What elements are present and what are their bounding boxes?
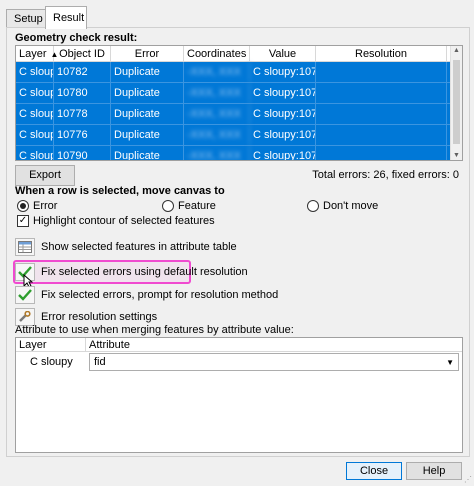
merge-table-header: Layer Attribute — [16, 338, 462, 352]
help-button[interactable]: Help — [406, 462, 462, 480]
attribute-table-icon[interactable] — [15, 238, 35, 256]
cell-layer: C sloupy — [16, 62, 54, 82]
show-selected-label: Show selected features in attribute tabl… — [41, 241, 237, 253]
cell-value: C sloupy:10781 — [250, 62, 316, 82]
column-header-layer[interactable]: Layer ▲ — [16, 46, 58, 61]
cell-resolution — [316, 62, 447, 82]
radio-dont-move[interactable]: Don't move — [307, 200, 378, 212]
scroll-up-icon[interactable]: ▲ — [453, 47, 460, 54]
scroll-down-icon[interactable]: ▼ — [453, 152, 460, 159]
merge-attribute-table[interactable]: Layer Attribute C sloupy fid ▼ — [15, 337, 463, 453]
table-row[interactable]: C sloupy 10778 Duplicate -XXX, XXX C slo… — [16, 104, 462, 125]
highlight-contour-checkbox[interactable]: ✓ Highlight contour of selected features — [17, 215, 215, 227]
column-header-value[interactable]: Value — [250, 46, 316, 61]
cell-coordinates: -XXX, XXX — [184, 62, 250, 82]
canvas-section-title: When a row is selected, move canvas to — [15, 185, 225, 197]
column-header-object-id[interactable]: Object ID — [54, 46, 111, 61]
cell-value: C sloupy:10775 — [250, 125, 316, 145]
results-table-header: Layer ▲ Object ID Error Coordinates Value… — [16, 46, 462, 62]
highlight-contour-label: Highlight contour of selected features — [33, 215, 215, 227]
table-row[interactable]: C sloupy 10790 Duplicate -XXX, XXX C slo… — [16, 146, 462, 160]
radio-error[interactable]: Error — [17, 200, 57, 212]
radio-unselected-icon — [307, 200, 319, 212]
cell-coordinates: -XXX, XXX — [184, 83, 250, 103]
cell-layer: C sloupy — [16, 83, 54, 103]
cell-value: C sloupy:10789 — [250, 146, 316, 160]
merge-title: Attribute to use when merging features b… — [15, 324, 294, 336]
totals-label: Total errors: 26, fixed errors: 0 — [312, 169, 459, 181]
export-button[interactable]: Export — [15, 165, 75, 186]
tab-setup[interactable]: Setup — [6, 9, 46, 28]
cell-error: Duplicate — [111, 83, 184, 103]
fix-default-label: Fix selected errors using default resolu… — [41, 266, 248, 278]
cell-error: Duplicate — [111, 104, 184, 124]
result-panel: Geometry check result: Layer ▲ Object ID … — [6, 27, 470, 457]
table-row[interactable]: C sloupy 10782 Duplicate -XXX, XXX C slo… — [16, 62, 462, 83]
column-header-error[interactable]: Error — [111, 46, 184, 61]
radio-feature[interactable]: Feature — [162, 200, 216, 212]
radio-dont-move-label: Don't move — [323, 200, 379, 212]
cell-layer: C sloupy — [16, 146, 54, 160]
radio-selected-icon — [17, 200, 29, 212]
radio-unselected-icon — [162, 200, 174, 212]
table-row[interactable]: C sloupy fid ▼ — [16, 352, 462, 372]
column-header-attribute[interactable]: Attribute — [86, 338, 462, 351]
checkmark-icon: ✓ — [17, 215, 29, 227]
table-scrollbar[interactable]: ▲ ▼ — [450, 46, 462, 160]
tab-result[interactable]: Result — [45, 6, 87, 29]
cell-value: C sloupy:10777 — [250, 104, 316, 124]
results-table[interactable]: Layer ▲ Object ID Error Coordinates Value… — [15, 45, 463, 161]
cell-layer: C sloupy — [16, 104, 54, 124]
chevron-down-icon: ▼ — [446, 357, 454, 367]
merge-layer-cell: C sloupy — [30, 356, 73, 368]
cell-layer: C sloupy — [16, 125, 54, 145]
resolution-settings-label: Error resolution settings — [41, 311, 158, 323]
cell-coordinates: -XXX, XXX — [184, 125, 250, 145]
cell-resolution — [316, 125, 447, 145]
cell-object-id: 10782 — [54, 62, 111, 82]
cell-object-id: 10790 — [54, 146, 111, 160]
cell-error: Duplicate — [111, 62, 184, 82]
cell-coordinates: -XXX, XXX — [184, 104, 250, 124]
cell-resolution — [316, 83, 447, 103]
column-header-layer[interactable]: Layer — [16, 338, 86, 351]
scrollbar-thumb[interactable] — [453, 60, 460, 144]
cell-object-id: 10778 — [54, 104, 111, 124]
cell-coordinates: -XXX, XXX — [184, 146, 250, 160]
cell-object-id: 10780 — [54, 83, 111, 103]
result-title: Geometry check result: — [15, 32, 138, 44]
cell-resolution — [316, 104, 447, 124]
radio-error-label: Error — [33, 200, 58, 212]
cell-resolution — [316, 146, 447, 160]
resize-grip-icon[interactable]: ⋰ — [464, 475, 472, 484]
cell-object-id: 10776 — [54, 125, 111, 145]
table-row[interactable]: C sloupy 10780 Duplicate -XXX, XXX C slo… — [16, 83, 462, 104]
radio-feature-label: Feature — [178, 200, 216, 212]
table-row[interactable]: C sloupy 10776 Duplicate -XXX, XXX C slo… — [16, 125, 462, 146]
column-header-resolution[interactable]: Resolution — [316, 46, 447, 61]
cell-value: C sloupy:10779 — [250, 83, 316, 103]
fix-prompt-label: Fix selected errors, prompt for resoluti… — [41, 289, 279, 301]
attribute-select[interactable]: fid ▼ — [89, 353, 459, 371]
close-button[interactable]: Close — [346, 462, 402, 480]
column-header-coordinates[interactable]: Coordinates — [184, 46, 250, 61]
fix-prompt-action[interactable]: Fix selected errors, prompt for resoluti… — [15, 286, 278, 304]
fix-default-action[interactable]: Fix selected errors using default resolu… — [15, 263, 248, 281]
cell-error: Duplicate — [111, 146, 184, 160]
fix-prompt-check-icon[interactable] — [15, 286, 35, 304]
cell-error: Duplicate — [111, 125, 184, 145]
attribute-select-value: fid — [94, 356, 106, 368]
show-selected-action[interactable]: Show selected features in attribute tabl… — [15, 238, 237, 256]
